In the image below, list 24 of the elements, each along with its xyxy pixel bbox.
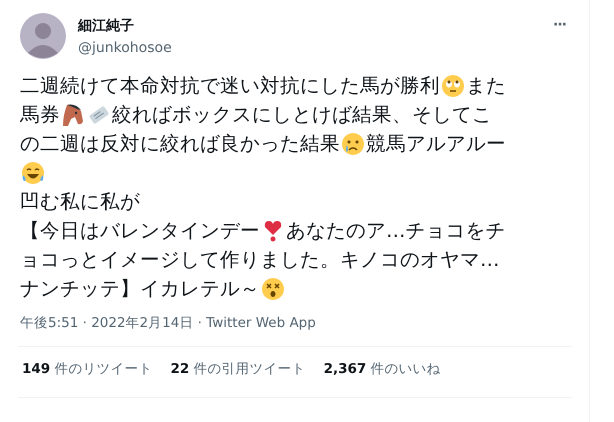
stat-link[interactable]: 22 件の引用ツイート: [170, 360, 306, 384]
dizzy-face-icon: [261, 276, 285, 300]
tweet-text: ョコっとイメージして作りました。キノコのオヤマ…: [20, 247, 500, 273]
author-handle[interactable]: @junkohosoe: [78, 37, 172, 59]
tweet-text: また: [466, 73, 506, 99]
tweet-text: 絞ればボックスにしとけば結果、そしてこ: [112, 102, 492, 128]
tweet-text: の二週は反対に絞れば良かった結果: [20, 131, 340, 157]
rolling-eyes-face-icon: [441, 74, 465, 98]
stat-link[interactable]: 2,367 件のいいね: [324, 360, 441, 384]
tweet-text: 【今日はバレンタインデー: [20, 218, 260, 244]
tweet-timestamp: 午後5:51 · 2022年2月14日 · Twitter Web App: [20, 314, 317, 333]
laughing-face-icon: [21, 160, 45, 184]
tweet-text: 二週続けて本命対抗で迷い対抗にした馬が勝利: [20, 73, 440, 99]
tweet-text: 凹む私に私が: [20, 189, 140, 215]
more-button[interactable]: ···: [547, 17, 572, 33]
horse-face-icon: [61, 102, 85, 126]
tweet-text: ナンチッテ】イカレテル～: [20, 276, 260, 302]
tweet-text: 競馬アルアルー: [366, 131, 506, 157]
avatar[interactable]: [20, 13, 66, 59]
author-name[interactable]: 細江純子: [78, 17, 172, 35]
tweet-text: 馬券: [20, 102, 60, 128]
tweet-text: あなたのア…チョコをチ: [286, 218, 506, 244]
crying-face-icon: [341, 132, 365, 156]
stat-link[interactable]: 149 件のリツイート: [22, 360, 152, 384]
